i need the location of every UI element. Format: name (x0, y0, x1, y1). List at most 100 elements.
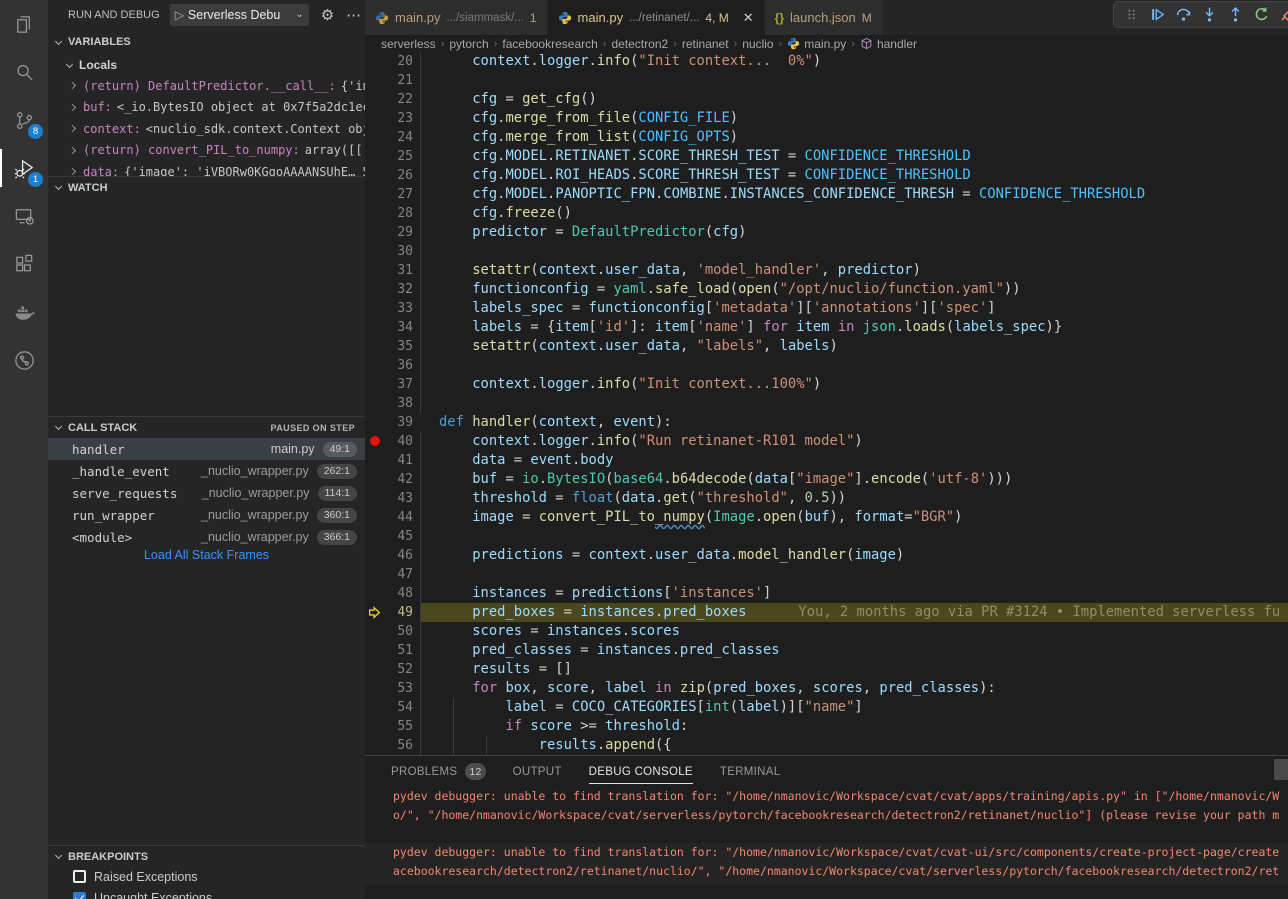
code-line[interactable]: 22 cfg = get_cfg() (365, 90, 1288, 109)
breakpoint-margin[interactable] (365, 90, 387, 109)
code-line[interactable]: 32 functionconfig = yaml.safe_load(open(… (365, 280, 1288, 299)
breakpoint-margin[interactable] (365, 546, 387, 565)
step-over-button[interactable] (1172, 4, 1194, 26)
code-line[interactable]: 21 (365, 71, 1288, 90)
breadcrumb-item[interactable]: detectron2 (611, 37, 668, 51)
breakpoint-margin[interactable] (365, 489, 387, 508)
code-line[interactable]: 50 scores = instances.scores (365, 622, 1288, 641)
code-line[interactable]: 42 buf = io.BytesIO(base64.b64decode(dat… (365, 470, 1288, 489)
gear-icon[interactable]: ⚙ (321, 6, 334, 24)
code-line[interactable]: 47 (365, 565, 1288, 584)
source-control-icon[interactable]: 8 (0, 96, 48, 144)
breakpoint-margin[interactable] (365, 71, 387, 90)
breadcrumb-item[interactable]: facebookresearch (502, 37, 597, 51)
chevron-right-icon[interactable] (69, 82, 76, 89)
breakpoint-margin[interactable] (365, 641, 387, 660)
breakpoint-margin[interactable] (365, 622, 387, 641)
breakpoint-margin[interactable] (365, 736, 387, 755)
breakpoint-margin[interactable] (365, 261, 387, 280)
code-line[interactable]: 51 pred_classes = instances.pred_classes (365, 641, 1288, 660)
panel-scrollbar[interactable] (1274, 759, 1288, 780)
code-line[interactable]: 28 cfg.freeze() (365, 204, 1288, 223)
run-and-debug-icon[interactable]: 1 (0, 144, 48, 192)
code-line[interactable]: 43 threshold = float(data.get("threshold… (365, 489, 1288, 508)
breakpoint-margin[interactable] (365, 603, 387, 622)
code-line[interactable]: 34 labels = {item['id']: item['name'] fo… (365, 318, 1288, 337)
code-line[interactable]: 40 context.logger.info("Run retinanet-R1… (365, 432, 1288, 451)
breakpoint-margin[interactable] (365, 470, 387, 489)
breakpoint-margin[interactable] (365, 166, 387, 185)
call-stack-frame[interactable]: _handle_event_nuclio_wrapper.py262:1 (48, 460, 365, 482)
code-line[interactable]: 30 (365, 242, 1288, 261)
breakpoint-margin[interactable] (365, 375, 387, 394)
call-stack-frame[interactable]: serve_requests_nuclio_wrapper.py114:1 (48, 482, 365, 504)
code-line[interactable]: 49 pred_boxes = instances.pred_boxesYou,… (365, 603, 1288, 622)
breadcrumb-item[interactable]: retinanet (682, 37, 729, 51)
breakpoint-margin[interactable] (365, 565, 387, 584)
code-editor[interactable]: 20 context.logger.info("Init context... … (365, 52, 1288, 755)
call-stack-section-header[interactable]: CALL STACK PAUSED ON STEP (48, 416, 365, 438)
panel-tab[interactable]: TERMINAL (720, 756, 781, 787)
code-line[interactable]: 55 if score >= threshold: (365, 717, 1288, 736)
code-line[interactable]: 29 predictor = DefaultPredictor(cfg) (365, 223, 1288, 242)
call-stack-frame[interactable]: <module>_nuclio_wrapper.py366:1 (48, 526, 365, 548)
search-icon[interactable] (0, 48, 48, 96)
code-line[interactable]: 26 cfg.MODEL.ROI_HEADS.SCORE_THRESH_TEST… (365, 166, 1288, 185)
code-line[interactable]: 41 data = event.body (365, 451, 1288, 470)
variables-section-header[interactable]: VARIABLES (48, 31, 365, 53)
close-icon[interactable]: ✕ (743, 10, 754, 26)
code-line[interactable]: 44 image = convert_PIL_to_numpy(Image.op… (365, 508, 1288, 527)
docker-icon[interactable] (0, 288, 48, 336)
breakpoint-margin[interactable] (365, 698, 387, 717)
breakpoint-margin[interactable] (365, 356, 387, 375)
breadcrumb-item[interactable]: nuclio (742, 37, 773, 51)
code-line[interactable]: 25 cfg.MODEL.RETINANET.SCORE_THRESH_TEST… (365, 147, 1288, 166)
code-line[interactable]: 23 cfg.merge_from_file(CONFIG_FILE) (365, 109, 1288, 128)
code-line[interactable]: 46 predictions = context.user_data.model… (365, 546, 1288, 565)
breakpoint-margin[interactable] (365, 52, 387, 71)
code-line[interactable]: 38 (365, 394, 1288, 413)
step-out-button[interactable] (1224, 4, 1246, 26)
code-line[interactable]: 20 context.logger.info("Init context... … (365, 52, 1288, 71)
explorer-icon[interactable] (0, 0, 48, 48)
code-line[interactable]: 53 for box, score, label in zip(pred_box… (365, 679, 1288, 698)
code-line[interactable]: 31 setattr(context.user_data, 'model_han… (365, 261, 1288, 280)
code-line[interactable]: 35 setattr(context.user_data, "labels", … (365, 337, 1288, 356)
breakpoint-margin[interactable] (365, 185, 387, 204)
breakpoints-section-header[interactable]: BREAKPOINTS (48, 845, 365, 867)
debug-config-select[interactable]: ▷ Serverless Debu ⌄ (170, 4, 309, 26)
breakpoint-margin[interactable] (365, 204, 387, 223)
breakpoint-icon[interactable] (370, 436, 380, 446)
code-line[interactable]: 54 label = COCO_CATEGORIES[int(label)]["… (365, 698, 1288, 717)
code-line[interactable]: 48 instances = predictions['instances'] (365, 584, 1288, 603)
code-line[interactable]: 24 cfg.merge_from_list(CONFIG_OPTS) (365, 128, 1288, 147)
breakpoint-margin[interactable] (365, 451, 387, 470)
code-line[interactable]: 45 (365, 527, 1288, 546)
chevron-right-icon[interactable] (69, 147, 76, 154)
drag-handle-icon[interactable] (1120, 4, 1142, 26)
breakpoint-margin[interactable] (365, 679, 387, 698)
variable-row[interactable]: (return) convert_PIL_to_numpy:array([[[ … (48, 140, 365, 162)
breadcrumb-item[interactable]: main.py (787, 37, 846, 51)
breakpoint-margin[interactable] (365, 147, 387, 166)
breadcrumb-item[interactable]: pytorch (449, 37, 488, 51)
breakpoint-row[interactable]: Raised Exceptions (48, 866, 365, 888)
checkbox-unchecked[interactable] (73, 870, 86, 883)
breakpoint-margin[interactable] (365, 432, 387, 451)
breakpoint-margin[interactable] (365, 318, 387, 337)
checkbox-checked[interactable] (73, 892, 86, 899)
watch-section-header[interactable]: WATCH (48, 176, 365, 198)
editor-tab[interactable]: main.py.../siammask/...1 (365, 0, 548, 35)
chevron-right-icon[interactable] (69, 168, 76, 175)
code-line[interactable]: 36 (365, 356, 1288, 375)
load-all-stack-frames-link[interactable]: Load All Stack Frames (48, 548, 365, 562)
variable-row[interactable]: context:<nuclio_sdk.context.Context obje… (48, 118, 365, 140)
call-stack-frame[interactable]: handlermain.py49:1 (48, 438, 365, 460)
remote-explorer-icon[interactable] (0, 192, 48, 240)
breakpoint-margin[interactable] (365, 394, 387, 413)
code-line[interactable]: 37 context.logger.info("Init context...1… (365, 375, 1288, 394)
chevron-right-icon[interactable] (69, 125, 76, 132)
breakpoint-margin[interactable] (365, 299, 387, 318)
breakpoint-margin[interactable] (365, 128, 387, 147)
git-graph-icon[interactable] (0, 336, 48, 384)
